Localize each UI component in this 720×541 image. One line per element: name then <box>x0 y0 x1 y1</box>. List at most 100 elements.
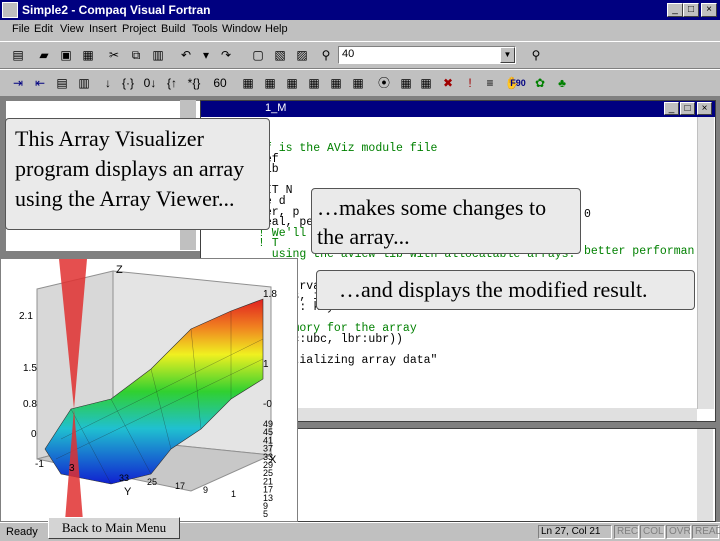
callout-result: …and displays the modified result. <box>316 270 695 310</box>
output-icon[interactable]: ▧ <box>270 45 290 65</box>
rebuild-icon[interactable]: ▦ <box>416 73 436 93</box>
status-ready: Ready <box>6 526 38 538</box>
workspace-icon[interactable]: ▢ <box>248 45 268 65</box>
editor-maximize-button[interactable]: □ <box>680 102 695 115</box>
build-toolbar: ⇥ ⇤ ▤ ▥ ↓ {·} 0↓ {↑ *{} 60 ▦ ▦ ▦ ▦ ▦ ▦ ⦿… <box>0 69 720 97</box>
new-file-icon[interactable]: ▤ <box>8 45 28 65</box>
window-list-icon[interactable]: ▨ <box>292 45 312 65</box>
editor-title: 1_M <box>265 102 287 114</box>
status-position: Ln 27, Col 21 <box>538 525 612 539</box>
status-ovr: OVR <box>666 525 691 539</box>
registers-icon[interactable]: ▦ <box>282 73 302 93</box>
quickwatch-icon[interactable]: 60 <box>210 73 230 93</box>
status-col: COL <box>640 525 665 539</box>
standard-toolbar: ▤ ▰ ▣ ▦ ✂ ⧉ ▥ ↶ ▾ ↷ ▢ ▧ ▨ ⚲ 40 ▼ ⚲ <box>0 41 720 69</box>
z-tick: 1.5 <box>23 363 37 374</box>
editor-minimize-button[interactable]: _ <box>664 102 679 115</box>
y-tick: 33 <box>119 473 129 483</box>
menu-edit[interactable]: Edit <box>34 23 53 35</box>
cut-icon[interactable]: ✂ <box>104 45 124 65</box>
disassembly-icon[interactable]: ▦ <box>348 73 368 93</box>
window-title: Simple2 - Compaq Visual Fortran <box>22 3 211 17</box>
menu-window[interactable]: Window <box>222 23 261 35</box>
variables-icon[interactable]: ▦ <box>260 73 280 93</box>
front-label: 3 <box>69 463 75 474</box>
find-combo[interactable]: 40 ▼ <box>338 46 516 64</box>
comment-icon[interactable]: ▤ <box>52 73 72 93</box>
watch-icon[interactable]: ▦ <box>238 73 258 93</box>
maximize-button[interactable]: □ <box>683 3 699 17</box>
output-scrollbar[interactable] <box>697 429 713 521</box>
menu-view[interactable]: View <box>60 23 84 35</box>
save-all-icon[interactable]: ▦ <box>78 45 98 65</box>
extra-tick: 1 <box>263 359 269 370</box>
close-button[interactable]: × <box>701 3 717 17</box>
status-read: READ <box>692 525 720 539</box>
extra-tick: -0 <box>263 399 272 410</box>
minimize-button[interactable]: _ <box>667 3 683 17</box>
outdent-icon[interactable]: ⇤ <box>30 73 50 93</box>
code-line: ef is the AViz module file <box>258 142 438 155</box>
menu-insert[interactable]: Insert <box>89 23 117 35</box>
execute-icon[interactable]: ! <box>460 73 480 93</box>
z-tick: 0.8 <box>23 399 37 410</box>
z-tick: 0 <box>31 429 37 440</box>
build-icon[interactable]: ▦ <box>396 73 416 93</box>
y-tick: 1 <box>231 489 236 499</box>
z-tick: 2.1 <box>19 311 33 322</box>
y-tick: 9 <box>203 485 208 495</box>
callout-intro: This Array Visualizer program displays a… <box>5 118 270 230</box>
braces-icon[interactable]: *{} <box>184 73 204 93</box>
editor-vertical-scrollbar[interactable] <box>697 117 714 409</box>
menu-build[interactable]: Build <box>161 23 185 35</box>
back-to-main-menu-button[interactable]: Back to Main Menu <box>48 517 180 539</box>
app-icon[interactable] <box>2 2 18 18</box>
undo-icon[interactable]: ↶ <box>176 45 196 65</box>
find-combo-value: 40 <box>342 48 355 60</box>
debug-icon[interactable]: ✿ <box>530 73 550 93</box>
code-fragment-right: better performan <box>584 245 695 258</box>
run-to-cursor-icon[interactable]: {↑ <box>162 73 182 93</box>
paste-icon[interactable]: ▥ <box>148 45 168 65</box>
compile-icon[interactable]: ⦿ <box>374 73 394 93</box>
code-fragment-right: 0 <box>584 208 591 221</box>
menu-file[interactable]: File <box>12 23 30 35</box>
title-bar: Simple2 - Compaq Visual Fortran _ □ × <box>0 0 720 20</box>
go-icon[interactable]: ≡ <box>480 73 500 93</box>
y-tick: 25 <box>147 477 157 487</box>
status-rec: REC <box>614 525 639 539</box>
extra-tick: 1.8 <box>263 289 277 300</box>
editor-close-button[interactable]: × <box>697 102 712 115</box>
menu-help[interactable]: Help <box>265 23 288 35</box>
array-viewer-plot: Z X Y 2.1 1.5 0.8 0 -1 1.8 1 -0 3 49 45 41… <box>0 258 298 522</box>
z-axis-label: Z <box>116 264 123 276</box>
undo-dropdown-icon[interactable]: ▾ <box>196 45 216 65</box>
search-icon[interactable]: ⚲ <box>526 45 546 65</box>
menu-bar: File Edit View Insert Project Build Tool… <box>0 20 720 40</box>
y-tick: 17 <box>175 481 185 491</box>
memory-icon[interactable]: ▦ <box>304 73 324 93</box>
step-over-icon[interactable]: ↓ <box>98 73 118 93</box>
fortran-tool-icon[interactable]: F90 <box>508 73 528 93</box>
editor-title-bar: 1_M _ □ × <box>201 101 715 117</box>
indent-icon[interactable]: ⇥ <box>8 73 28 93</box>
find-in-files-icon[interactable]: ⚲ <box>316 45 336 65</box>
z-tick: -1 <box>35 459 44 470</box>
step-into-icon[interactable]: {·} <box>118 73 138 93</box>
chevron-down-icon[interactable]: ▼ <box>500 47 515 63</box>
tree-icon[interactable]: ♣ <box>552 73 572 93</box>
stop-build-icon[interactable]: ✖ <box>438 73 458 93</box>
redo-icon[interactable]: ↷ <box>216 45 236 65</box>
y-axis-label: Y <box>124 486 132 498</box>
copy-icon[interactable]: ⧉ <box>126 45 146 65</box>
save-icon[interactable]: ▣ <box>56 45 76 65</box>
uncomment-icon[interactable]: ▥ <box>74 73 94 93</box>
menu-project[interactable]: Project <box>122 23 156 35</box>
x-tick: 5 <box>263 509 268 519</box>
open-icon[interactable]: ▰ <box>34 45 54 65</box>
callout-changes: …makes some changes to the array... <box>311 188 581 254</box>
x-tick-labels: 4945413733292521171395 <box>263 419 273 519</box>
step-out-icon[interactable]: 0↓ <box>140 73 160 93</box>
call-stack-icon[interactable]: ▦ <box>326 73 346 93</box>
menu-tools[interactable]: Tools <box>192 23 218 35</box>
